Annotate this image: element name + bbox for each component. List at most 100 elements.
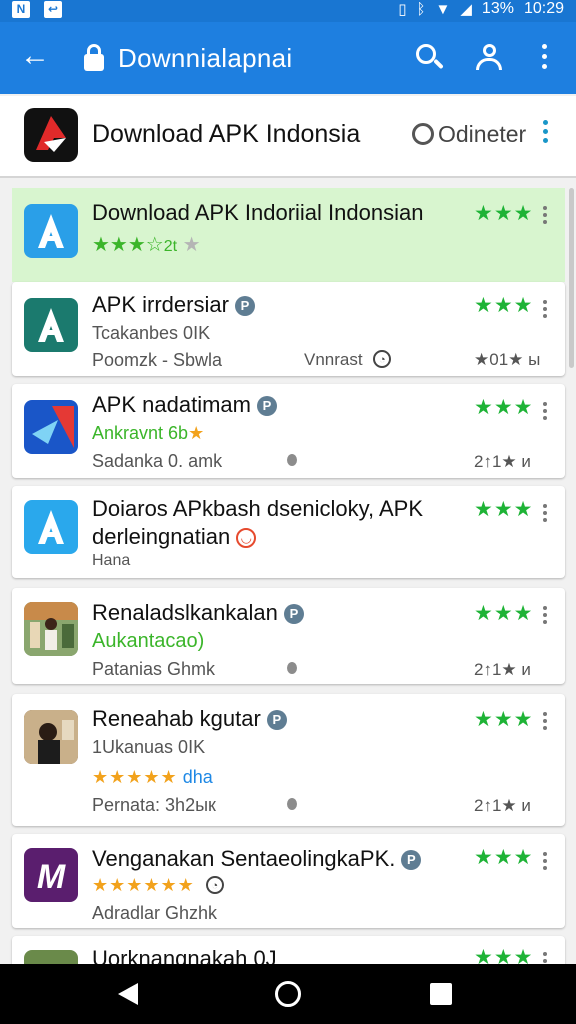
item-stars-row: ★★★★★★ ◔: [92, 874, 224, 896]
item-side-meta: ★01★ ы: [474, 350, 541, 369]
dot-icon: [287, 662, 297, 674]
item-title: APK nadatimam: [92, 392, 251, 417]
clock: 10:29: [523, 0, 564, 17]
item-side-meta: 2↑1★ и: [474, 660, 531, 679]
verified-icon: P: [256, 396, 277, 416]
system-nav-bar: [0, 964, 576, 1024]
item-subtitle: Aukantacao): [92, 630, 205, 652]
item-more-icon[interactable]: [540, 606, 550, 627]
item-title: Download APK Indoriial Indonsian: [92, 200, 424, 225]
signal-icon: ◢: [460, 1, 472, 18]
item-more-icon[interactable]: [540, 712, 550, 733]
list-item[interactable]: Doiaros APkbash dsenicloky, APK derleing…: [12, 486, 565, 578]
notification-n-icon: N: [12, 1, 30, 18]
item-title-row: APK irrdersiar P: [92, 292, 255, 318]
item-right-text: Vnnrast: [304, 350, 363, 369]
more-vert-icon[interactable]: [536, 44, 552, 74]
item-subtitle: Ankravnt 6b: [92, 423, 189, 443]
list-item[interactable]: Download APK Indoriial Indonsian ★★★☆2t …: [12, 188, 565, 282]
item-right-row: Vnnrast ◔: [304, 350, 392, 370]
app-bar: ← Downnialapnai: [0, 22, 576, 94]
scrollbar[interactable]: [569, 188, 574, 368]
item-subtitle-row: Ankravnt 6b★: [92, 422, 205, 444]
header-more-icon[interactable]: [540, 120, 550, 147]
app-bar-title: Downnialapnai: [118, 43, 293, 73]
item-title: Renaladslkankalan: [92, 600, 278, 625]
bluetooth-icon: ᛒ: [416, 0, 426, 18]
back-arrow-icon[interactable]: ←: [20, 40, 50, 72]
verified-icon: P: [266, 710, 287, 730]
verified-icon: P: [234, 296, 255, 316]
rating-stars: ★★★: [474, 708, 534, 731]
item-subtitle: Tcakanbes 0IK: [92, 323, 211, 343]
item-meta: Patanias Ghmk: [92, 659, 216, 679]
verified-icon: P: [283, 604, 304, 624]
item-subtitle: Hana: [92, 552, 131, 569]
list-item[interactable]: Renaladslkankalan P Aukantacao) Patanias …: [12, 588, 565, 684]
verified-icon: P: [401, 850, 422, 870]
list-item[interactable]: M Venganakan SentaeolingkaPK. P ★★★★★★ ◔ …: [12, 834, 565, 928]
lock-icon: [84, 44, 104, 72]
nav-recents-icon[interactable]: [430, 983, 452, 1005]
item-more-icon[interactable]: [540, 300, 550, 321]
list-item[interactable]: Reneahab kgutar P 1Ukanuas 0IK ★★★★★ dha …: [12, 694, 565, 826]
alert-icon: ◡: [236, 528, 257, 548]
item-meta: Poomzk - Sbwla: [92, 350, 223, 370]
item-stars-label: dha: [182, 767, 213, 787]
item-title: Doiaros APkbash dsenicloky, APK: [92, 496, 423, 521]
dot-icon: [287, 454, 297, 466]
item-title-row: APK nadatimam P: [92, 392, 277, 418]
nav-back-icon[interactable]: [118, 983, 138, 1005]
item-title-row: Renaladslkankalan P: [92, 600, 304, 626]
search-icon[interactable]: [416, 44, 444, 72]
header-side-text[interactable]: Odineter: [438, 121, 526, 148]
item-title: Reneahab kgutar: [92, 706, 261, 731]
item-title: APK irrdersiar: [92, 292, 229, 317]
app-icon: [24, 204, 78, 258]
item-side-meta: 2↑1★ и: [474, 796, 531, 815]
rating-stars: ★★★: [474, 202, 534, 225]
notification-back-icon: ↩: [44, 1, 62, 18]
list-item[interactable]: APK nadatimam P Ankravnt 6b★ Sadanka 0. a…: [12, 384, 565, 478]
clock-icon: ◔: [205, 876, 224, 894]
item-meta: Adradlar Ghzhk: [92, 903, 218, 923]
rating-stars: ★★★: [474, 294, 534, 317]
clock-icon: ◔: [373, 350, 392, 368]
item-more-icon[interactable]: [540, 504, 550, 525]
account-icon[interactable]: [474, 42, 504, 74]
rating-stars: ★★★: [474, 396, 534, 419]
app-icon: [24, 400, 78, 454]
item-more-icon[interactable]: [540, 206, 550, 227]
item-meta: Sadanka 0. amk: [92, 451, 223, 471]
vibrate-icon: ▯: [398, 1, 407, 18]
item-title-2: derleingnatian: [92, 524, 231, 549]
wifi-icon: ▼: [435, 0, 451, 18]
site-header: Download APK Indonsia Odineter: [0, 96, 576, 178]
app-icon: [24, 298, 78, 352]
app-icon: M: [24, 848, 78, 902]
star-rating-icons: ★★★★★★: [92, 875, 195, 895]
item-stars: ★★★☆2t ★: [92, 234, 201, 256]
item-more-icon[interactable]: [540, 402, 550, 423]
item-stars-row: ★★★★★ dha: [92, 766, 213, 788]
item-title-row-2: derleingnatian ◡: [92, 524, 257, 550]
status-bar: N ↩ ▯ ᛒ ▼ ◢ 13% 10:29: [0, 0, 576, 22]
app-thumbnail: [24, 710, 78, 764]
item-title-row: Reneahab kgutar P: [92, 706, 287, 732]
star-icon: ★: [188, 423, 206, 443]
item-meta: Pernata: 3h2ык: [92, 795, 216, 815]
item-subtitle: 1Ukanuas 0IK: [92, 737, 206, 757]
app-thumbnail: [24, 602, 78, 656]
item-title-row: Venganakan SentaeolingkaPK. P: [92, 846, 422, 872]
list-item[interactable]: APK irrdersiar P Tcakanbes 0IK Poomzk - S…: [12, 282, 565, 376]
rating-stars: ★★★: [474, 498, 534, 521]
app-icon: [24, 500, 78, 554]
rating-stars: ★★★: [474, 846, 534, 869]
star-rating-icons: ★★★★★: [92, 767, 178, 787]
svg-text:M: M: [37, 858, 66, 896]
dot-icon: [287, 798, 297, 810]
nav-home-icon[interactable]: [275, 981, 301, 1007]
circle-icon[interactable]: [412, 123, 434, 145]
site-title: Download APK Indonsia: [92, 120, 361, 148]
item-more-icon[interactable]: [540, 852, 550, 873]
